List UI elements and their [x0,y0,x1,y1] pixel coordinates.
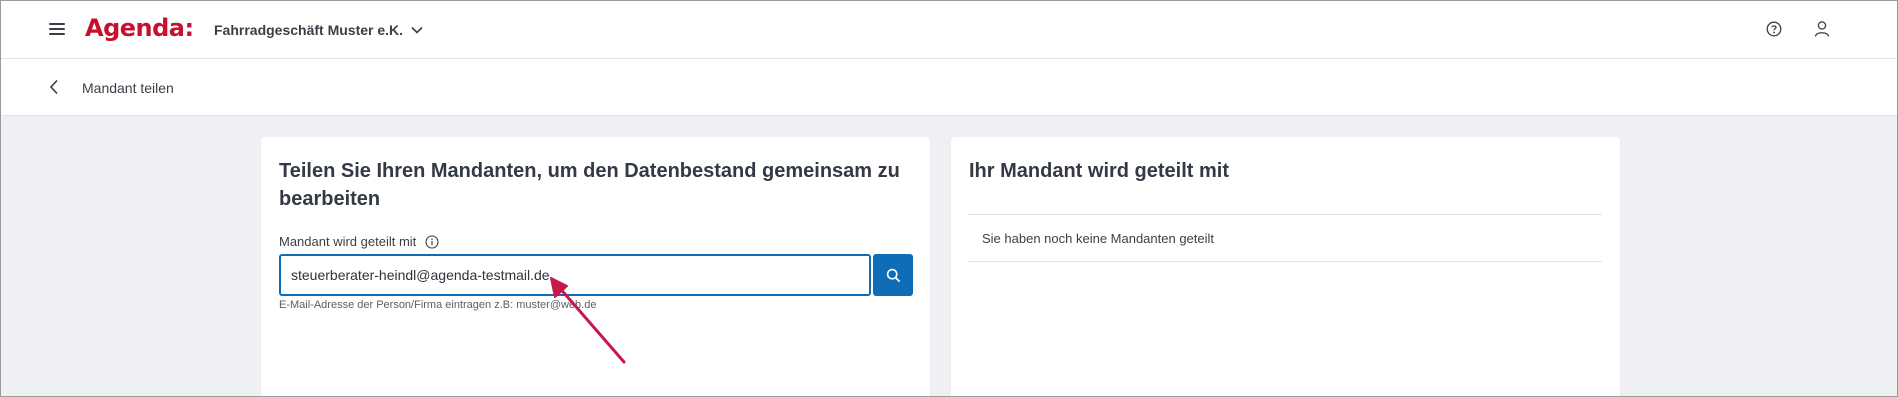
company-selector[interactable]: Fahrradgeschäft Muster e.K. [214,22,423,38]
email-field-wrapper [279,254,871,296]
sub-header: Mandant teilen [1,59,1897,116]
page-title: Mandant teilen [82,80,174,96]
user-icon[interactable] [1814,20,1830,38]
share-field-label: Mandant wird geteilt mit [279,234,439,249]
shared-card-title: Ihr Mandant wird geteilt mit [969,160,1230,182]
company-name: Fahrradgeschäft Muster e.K. [214,22,404,38]
help-icon[interactable] [1766,21,1782,37]
app-window: Agenda: Fahrradgeschäft Muster e.K. Mand… [0,0,1898,397]
info-icon[interactable] [425,234,439,249]
share-field-label-text: Mandant wird geteilt mit [279,234,417,249]
divider [968,214,1602,215]
divider [968,261,1602,262]
empty-state-text: Sie haben noch keine Mandanten geteilt [982,231,1215,246]
email-hint: E-Mail-Adresse der Person/Firma eintrage… [279,299,597,311]
shared-with-card: Ihr Mandant wird geteilt mit Sie haben n… [951,137,1620,396]
search-button[interactable] [873,254,913,296]
back-chevron-icon[interactable] [49,79,59,95]
chevron-down-icon [411,26,423,34]
share-card-title: Teilen Sie Ihren Mandanten, um den Daten… [279,160,900,210]
search-icon [886,268,900,282]
logo[interactable]: Agenda: [85,14,194,42]
menu-icon[interactable] [49,23,65,37]
top-bar: Agenda: Fahrradgeschäft Muster e.K. [1,1,1897,59]
share-card: Teilen Sie Ihren Mandanten, um den Daten… [261,137,930,396]
email-field[interactable] [281,256,869,294]
